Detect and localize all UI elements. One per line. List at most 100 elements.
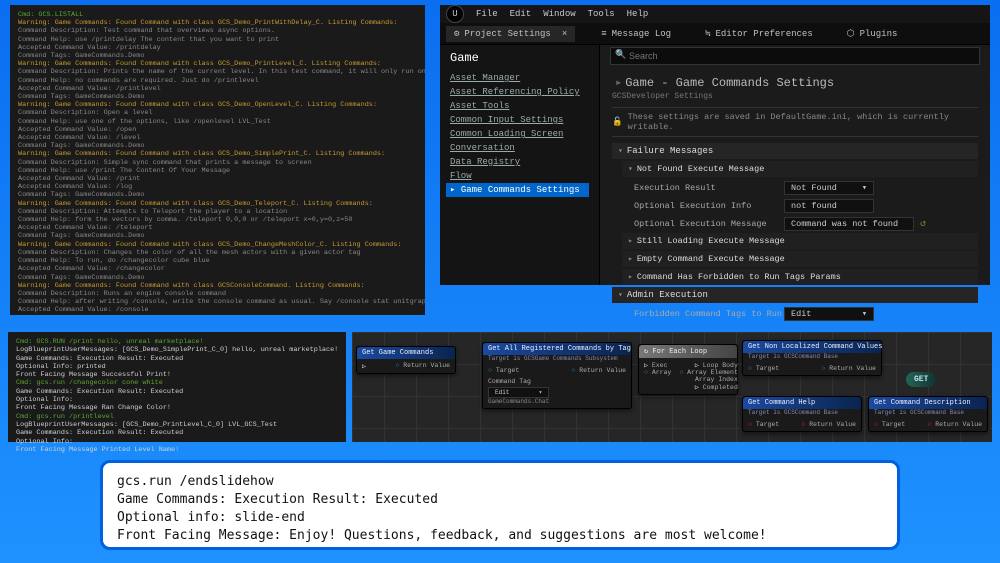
property-label: Optional Execution Info — [634, 201, 784, 211]
endbox-line: gcs.run /endslidehow — [117, 473, 883, 491]
menu-file[interactable]: File — [476, 9, 498, 19]
sidebar-item[interactable]: Common Input Settings — [450, 113, 589, 127]
section-forbidden-tags[interactable]: ▸Command Has Forbidden to Run Tags Param… — [622, 269, 978, 285]
pin-target[interactable]: Target — [874, 421, 905, 428]
chevron-down-icon: ▾ — [539, 389, 543, 396]
menu-window[interactable]: Window — [543, 9, 575, 19]
console-line: Game Commands: Execution Result: Execute… — [16, 429, 338, 437]
console-line: Command Tags: GameCommands.Demo — [18, 191, 417, 199]
property-value[interactable]: Not Found▾ — [784, 181, 874, 195]
pin-loop-body[interactable]: Loop Body — [679, 361, 738, 369]
sidebar-item[interactable]: Asset Manager — [450, 71, 589, 85]
property-label: Execution Result — [634, 183, 784, 193]
sidebar-item[interactable]: Asset Tools — [450, 99, 589, 113]
sidebar-item[interactable]: ▸ Game Commands Settings — [446, 183, 589, 197]
console-line: Command Description: Attempts to Telepor… — [18, 208, 417, 216]
menu-edit[interactable]: Edit — [510, 9, 532, 19]
node-get-command-description[interactable]: Get Command Description Target is GCSCom… — [868, 396, 988, 432]
pin-command-tag[interactable]: Command Tag — [488, 378, 549, 385]
node-get-non-localized[interactable]: Get Non Localized Command Values Target … — [742, 340, 882, 376]
pin-exec[interactable]: Exec — [644, 361, 671, 369]
tab-editor-preferences[interactable]: ≒Editor Preferences — [697, 26, 821, 42]
close-icon[interactable]: × — [562, 29, 567, 39]
console-cmd: Cmd: GCS.LISTALL — [18, 11, 417, 19]
console-warn: Warning: Game Commands: Found Command wi… — [18, 19, 417, 27]
prop-value-dropdown[interactable]: Edit▾ — [784, 307, 874, 321]
console-line: Command Description: Simple sync command… — [18, 159, 417, 167]
caret-down-icon: ▾ — [618, 146, 623, 156]
console-line: Command Help: use /print The Content Of … — [18, 167, 417, 175]
console-cmd: Cmd: gcs.run /printlevel — [16, 413, 338, 421]
sidebar-item[interactable]: Data Registry — [450, 155, 589, 169]
tag-edit-dropdown[interactable]: Edit▾ — [488, 387, 549, 398]
sidebar-item[interactable]: Asset Referencing Policy — [450, 85, 589, 99]
search-icon: 🔍 — [615, 50, 626, 60]
pin-return[interactable]: Return Value — [821, 365, 876, 372]
section-still-loading[interactable]: ▸Still Loading Execute Message — [622, 233, 978, 249]
pin-array-index[interactable]: Array Index — [679, 376, 738, 383]
property-value[interactable]: Command was not found — [784, 217, 914, 231]
sliders-icon: ≒ — [705, 29, 710, 39]
console-line: Accepted Command Value: /printdelay — [18, 44, 417, 52]
pin-return[interactable]: Return Value — [801, 421, 856, 428]
pin-target[interactable]: Target — [488, 367, 549, 374]
console-line: Game Commands: Execution Result: Execute… — [16, 388, 338, 396]
console-warn: Warning: Game Commands: Found Command wi… — [18, 150, 417, 158]
section-admin-execution[interactable]: ▾Admin Execution — [612, 287, 978, 303]
console-line: Accepted Command Value: /printlevel — [18, 85, 417, 93]
prop-forbidden-tags: Forbidden Command Tags to Run Edit▾ — [612, 305, 978, 323]
property-value[interactable]: not found — [784, 199, 874, 213]
sidebar-item[interactable]: Common Loading Screen — [450, 127, 589, 141]
property-row: Optional Execution Infonot found — [612, 197, 978, 215]
endbox-line: Optional info: slide-end — [117, 509, 883, 527]
pin-target[interactable]: Target — [748, 365, 779, 372]
pin-array[interactable]: Array — [644, 369, 671, 376]
menu-help[interactable]: Help — [627, 9, 649, 19]
project-settings-window: U File Edit Window Tools Help ⚙Project S… — [440, 5, 990, 285]
pin-target[interactable]: Target — [748, 421, 779, 428]
breadcrumb: ▸Game - Game Commands Settings — [612, 75, 978, 90]
console-line: LogBlueprintUserMessages: [GCS_Demo_Simp… — [16, 346, 338, 354]
pin-completed[interactable]: Completed — [679, 383, 738, 391]
console-warn: Warning: Game Commands: Found Command wi… — [18, 241, 417, 249]
pin-return[interactable]: Return Value — [571, 367, 626, 374]
pin-return[interactable]: Return Value — [927, 421, 982, 428]
node-get-registered-by-tag[interactable]: Get All Registered Commands by Tag Targe… — [482, 342, 632, 409]
pin-array-element[interactable]: Array Element — [679, 369, 738, 376]
blueprint-graph[interactable]: Get Game Commands Return Value Get All R… — [352, 332, 992, 442]
console-line: Command Description: Prints the name of … — [18, 68, 417, 76]
console-warn: Warning: Game Commands: Found Command wi… — [18, 101, 417, 109]
tab-plugins[interactable]: ⬡Plugins — [839, 26, 906, 42]
reset-icon[interactable]: ↺ — [920, 218, 926, 230]
search-input[interactable] — [610, 47, 980, 65]
log-icon: ≡ — [601, 29, 606, 39]
console-line: Optional Info: — [16, 396, 338, 404]
console-line: Accepted Command Value: /console — [18, 306, 417, 314]
tab-message-log[interactable]: ≡Message Log — [593, 26, 679, 42]
node-for-each-loop[interactable]: ↻ For Each Loop ExecArray Loop BodyArray… — [638, 344, 738, 395]
endbox-line: Front Facing Message: Enjoy! Questions, … — [117, 527, 883, 545]
sidebar-item[interactable]: Conversation — [450, 141, 589, 155]
lock-open-icon: 🔓 — [612, 117, 623, 127]
pin-exec-in[interactable] — [362, 362, 366, 370]
node-get-game-commands[interactable]: Get Game Commands Return Value — [356, 346, 456, 374]
section-empty-command[interactable]: ▸Empty Command Execute Message — [622, 251, 978, 267]
sidebar-item[interactable]: Flow — [450, 169, 589, 183]
chevron-icon: ▸ — [615, 76, 622, 90]
console-line: Command Tags: GameCommands.Demo — [18, 142, 417, 150]
section-not-found[interactable]: ▾Not Found Execute Message — [622, 161, 978, 177]
menu-tools[interactable]: Tools — [588, 9, 615, 19]
writable-info-bar: 🔓 These settings are saved in DefaultGam… — [612, 107, 978, 137]
section-failure-messages[interactable]: ▾Failure Messages — [612, 143, 978, 159]
console-line: Accepted Command Value: /level — [18, 134, 417, 142]
console-warn: Warning: Game Commands: Found Command wi… — [18, 60, 417, 68]
caret-right-icon: ▸ — [628, 236, 633, 246]
tab-project-settings[interactable]: ⚙Project Settings× — [446, 26, 575, 42]
console-cmd: Cmd: GCS.RUN /print hello, unreal market… — [16, 338, 338, 346]
console-line: Optional Info: — [16, 438, 338, 446]
end-slideshow-box: gcs.run /endslidehow Game Commands: Exec… — [100, 460, 900, 550]
ue-logo-icon: U — [446, 5, 464, 23]
node-get-command-help[interactable]: Get Command Help Target is GCSCommand Ba… — [742, 396, 862, 432]
pin-return[interactable]: Return Value — [395, 362, 450, 370]
node-get[interactable]: GET — [906, 372, 936, 387]
